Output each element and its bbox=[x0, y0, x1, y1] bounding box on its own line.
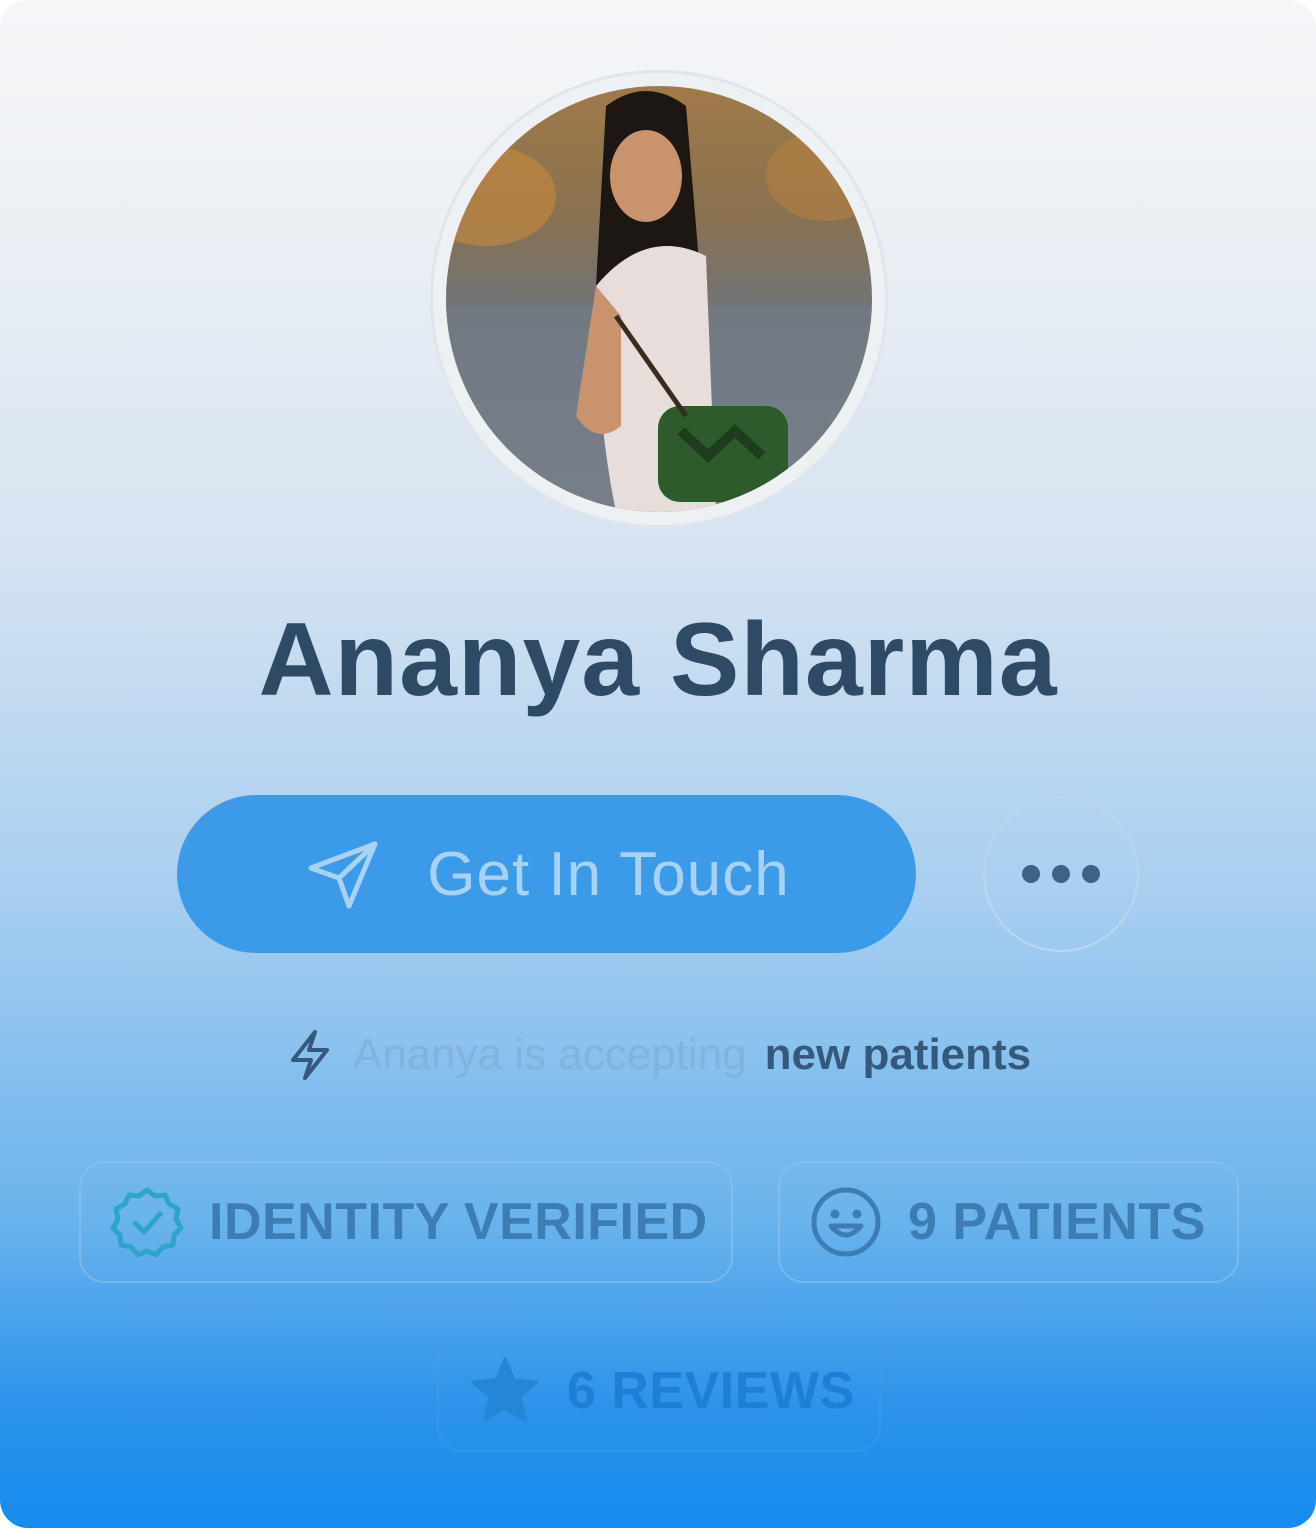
accepting-status: Ananya is accepting new patients bbox=[0, 1028, 1316, 1082]
more-dots-icon bbox=[1022, 865, 1040, 883]
star-icon bbox=[471, 1357, 539, 1422]
avatar[interactable] bbox=[446, 86, 872, 512]
send-icon bbox=[308, 841, 378, 909]
status-prefix: Ananya is accepting bbox=[352, 1030, 747, 1079]
status-highlight: new patients bbox=[764, 1030, 1032, 1079]
lightning-icon bbox=[290, 1030, 329, 1080]
verified-badge-icon bbox=[110, 1187, 184, 1258]
reviews-label: 6 REVIEWS bbox=[567, 1362, 855, 1420]
patients-label: 9 PATIENTS bbox=[908, 1193, 1206, 1251]
smile-icon bbox=[811, 1187, 881, 1257]
identity-verified-label: IDENTITY VERIFIED bbox=[209, 1193, 708, 1251]
get-in-touch-button[interactable]: Get In Touch bbox=[177, 795, 916, 953]
more-options-button[interactable] bbox=[983, 796, 1139, 952]
get-in-touch-label: Get In Touch bbox=[427, 839, 790, 909]
identity-verified-badge: IDENTITY VERIFIED bbox=[79, 1161, 733, 1283]
patients-badge: 9 PATIENTS bbox=[778, 1161, 1239, 1283]
avatar-photo bbox=[446, 86, 872, 512]
profile-card: Ananya Sharma Get In Touch Ananya is acc… bbox=[0, 0, 1316, 1528]
reviews-badge: 6 REVIEWS bbox=[437, 1330, 881, 1452]
profile-name: Ananya Sharma bbox=[258, 602, 1058, 718]
